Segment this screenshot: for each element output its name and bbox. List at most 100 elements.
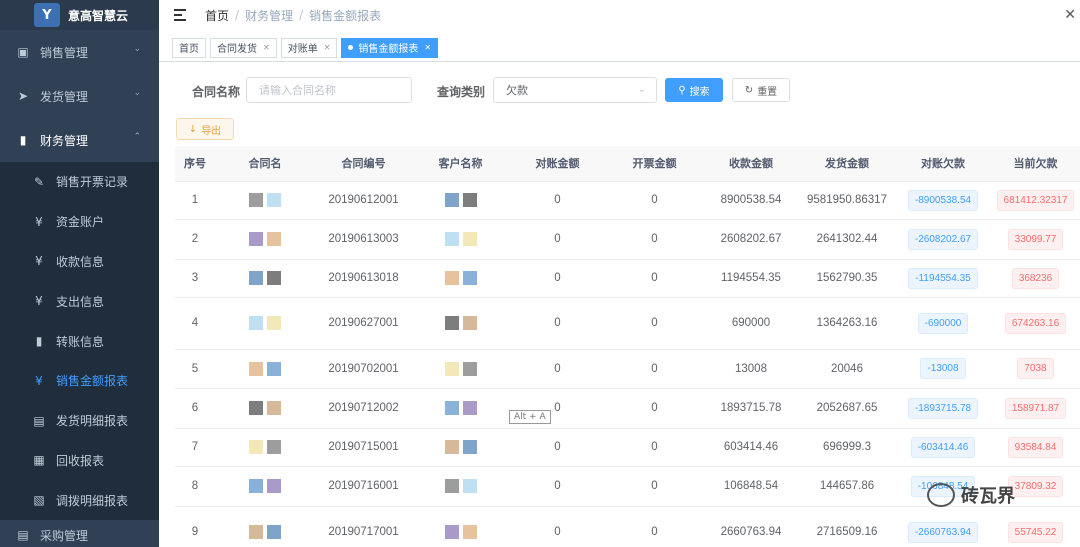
sidebar-item-label: 销售金额报表 [56,374,129,389]
shipped-amount-cell: 1364263.16 [799,297,895,350]
sidebar-item-label: 收款信息 [56,254,105,269]
table-row[interactable]: 5 20190702001 0 0 13008 20046 -13008 7038 [175,349,1080,389]
column-header[interactable]: 开票金额 [606,146,703,182]
shipped-amount-cell: 2052687.65 [799,388,895,429]
query-type-select[interactable]: 欠款 ⌄ [493,77,657,103]
received-amount-cell: 1194554.35 [703,259,799,298]
invoice-amount-cell: 0 [606,466,703,507]
close-icon[interactable]: ✕ [263,43,270,52]
redacted-block [267,401,281,415]
recon-debt-badge: -2608202.67 [907,228,979,250]
select-value: 欠款 [506,84,528,97]
table-row[interactable]: 4 20190627001 0 0 690000 1364263.16 -690000 674… [175,297,1080,350]
recon-amount-cell: 0 [509,466,606,507]
sidebar-item-transfers[interactable]: ▮ 转账信息 [0,321,159,361]
redacted-block [462,479,477,493]
sidebar-item-shipping-report[interactable]: ▤ 发货明细报表 [0,401,159,441]
yen-icon: ¥ [35,373,43,388]
column-header[interactable]: 序号 [175,146,215,182]
column-header[interactable]: 对账欠款 [895,146,991,182]
redacted-block [462,361,477,376]
customer-name-cell [412,428,509,467]
sidebar-item-purchasing[interactable]: ▤ 采购管理 [0,520,159,547]
table-row[interactable]: 6 20190712002 0 0 1893715.78 2052687.65 -18937… [175,388,1080,429]
redacted-block [462,316,477,330]
logo-icon: Y [34,3,60,27]
chevron-down-icon: ⌄ [637,84,646,95]
sidebar-item-expenses[interactable]: ¥ 支出信息 [0,281,159,321]
column-header[interactable]: 合同编号 [315,146,412,182]
close-icon[interactable]: ✕ [1064,7,1076,23]
redacted-block [462,525,477,539]
hamburger-icon[interactable] [174,9,188,21]
tag-sales-report[interactable]: 销售金额报表 ✕ [341,37,439,58]
contract-name-input[interactable]: 请输入合同名称 [246,77,412,103]
table-row[interactable]: 1 20190612001 0 0 8900538.54 9581950.86317 -89… [175,181,1080,220]
shipped-amount-cell: 1562790.35 [799,259,895,298]
sidebar-item-sales-report[interactable]: ¥ 销售金额报表 [0,361,159,401]
table-row[interactable]: 2 20190613003 0 0 2608202.67 2641302.44 -26082… [175,219,1080,260]
row-number: 4 [175,297,215,350]
close-icon[interactable]: ✕ [324,43,331,52]
table-row[interactable]: 7 20190715001 0 0 603414.46 696999.3 -603414.4… [175,428,1080,467]
tag-statement[interactable]: 对账单 ✕ [280,37,338,58]
export-button[interactable]: ↓ 导出 [176,118,234,140]
row-number: 9 [175,506,215,547]
column-header[interactable]: 收款金额 [703,146,799,182]
sidebar-item-fund-account[interactable]: ¥ 资金账户 [0,202,159,242]
chevron-up-icon: ⌃ [133,132,141,142]
sidebar-item-sales[interactable]: ▣ 销售管理 ⌄ [0,30,159,74]
row-number: 6 [175,388,215,429]
tag-home[interactable]: 首页 [172,37,206,58]
redacted-block [462,401,477,415]
recon-debt-cell: -2660763.94 [895,506,991,547]
customer-name-cell [412,181,509,220]
button-label: 重置 [757,86,778,98]
yen-icon: ¥ [35,254,43,269]
row-number: 7 [175,428,215,467]
search-button[interactable]: ⚲ 搜索 [665,78,723,102]
column-header[interactable]: 当前欠款 [991,146,1080,182]
column-header[interactable]: 发货金额 [799,146,895,182]
column-header[interactable]: 客户名称 [412,146,509,182]
customer-name-cell [412,297,509,350]
tags-view: 首页 合同发货 ✕ 对账单 ✕ 销售金额报表 ✕ [159,34,1080,62]
sidebar-item-invoice-records[interactable]: ✎ 销售开票记录 [0,162,159,202]
table-row[interactable]: 9 20190717001 0 0 2660763.94 2716509.16 -26607… [175,506,1080,547]
sidebar-item-finance[interactable]: ▮ 财务管理 ⌃ [0,118,159,162]
recon-debt-cell: -1893715.78 [895,388,991,429]
contract-name-cell [215,349,315,389]
redacted-block [444,401,459,415]
wechat-icon [927,483,955,507]
search-form: 合同名称 请输入合同名称 查询类别 欠款 ⌄ ⚲ 搜索 ↻ 重置 [159,77,1080,105]
breadcrumb-home[interactable]: 首页 [205,7,229,24]
reset-button[interactable]: ↻ 重置 [732,78,790,102]
sidebar-item-recycle-report[interactable]: ▦ 回收报表 [0,441,159,481]
sidebar-item-label: 发货明细报表 [56,414,129,429]
current-debt-badge: 368236 [1011,267,1060,289]
row-number: 2 [175,219,215,260]
column-header[interactable]: 合同名 [215,146,315,182]
tag-contract-shipping[interactable]: 合同发货 ✕ [210,37,277,58]
invoice-amount-cell: 0 [606,506,703,547]
active-dot-icon [348,45,354,50]
sidebar-item-label: 回收报表 [56,453,105,468]
table-row[interactable]: 3 20190613018 0 0 1194554.35 1562790.35 -11945… [175,259,1080,298]
sidebar-item-receipts[interactable]: ¥ 收款信息 [0,242,159,282]
current-debt-cell: 7038 [991,349,1080,389]
download-icon: ↓ [188,123,198,135]
table-header: 序号 合同名 合同编号 客户名称 对账金额 开票金额 收款金额 发货金额 对账欠… [175,146,1080,182]
shipped-amount-cell: 2716509.16 [799,506,895,547]
column-header[interactable]: 对账金额 [509,146,606,182]
sidebar-item-transfer-report[interactable]: ▧ 调拨明细报表 [0,480,159,520]
contract-code-cell: 20190702001 [315,349,412,389]
sidebar-item-shipping[interactable]: ➤ 发货管理 ⌄ [0,74,159,118]
close-icon[interactable]: ✕ [424,43,431,52]
redacted-block [444,193,459,207]
recon-debt-badge: -2660763.94 [907,521,979,543]
redacted-block [249,271,263,285]
recon-debt-cell: -603414.46 [895,428,991,467]
redacted-block [267,479,281,493]
send-icon: ➤ [17,89,29,103]
query-type-label: 查询类别 [437,85,486,99]
